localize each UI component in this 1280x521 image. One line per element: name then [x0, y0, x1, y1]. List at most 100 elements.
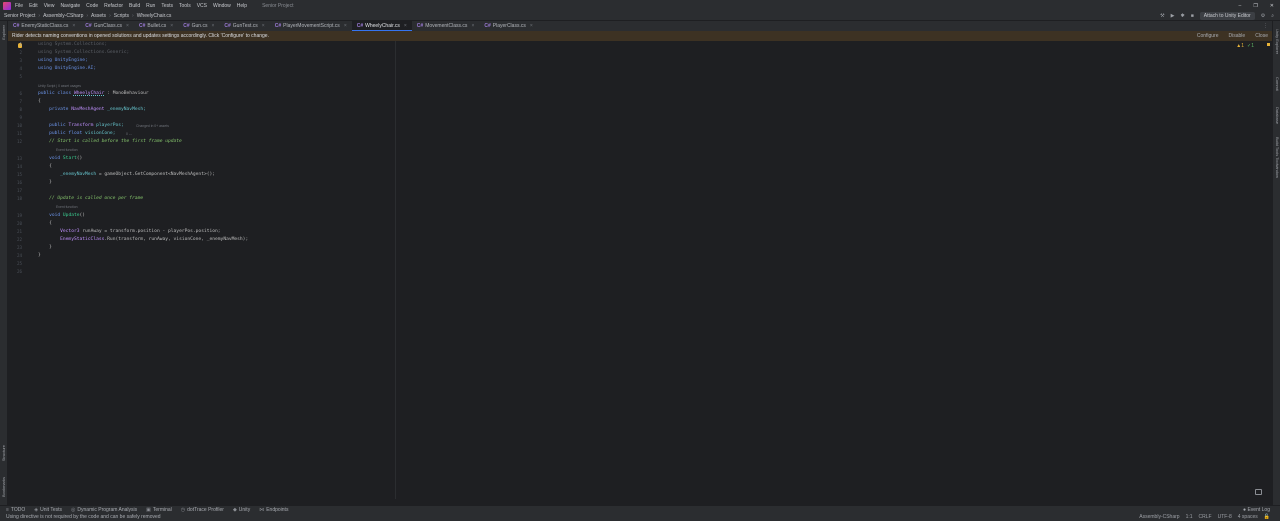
- dpa-tool-button[interactable]: ◎ Dynamic Program Analysis: [71, 507, 137, 513]
- close-tab-icon[interactable]: ×: [530, 23, 533, 29]
- inspector-value-hint[interactable]: 0 ↔: [126, 132, 132, 137]
- csharp-file-icon: C#: [484, 23, 491, 29]
- line-separator-widget[interactable]: CRLF: [1199, 514, 1212, 520]
- code-content[interactable]: using System.Collections; using System.C…: [38, 41, 398, 499]
- menu-edit[interactable]: Edit: [28, 3, 39, 9]
- rider-logo-icon: [3, 1, 11, 10]
- caret-position[interactable]: 1:1: [1186, 514, 1193, 520]
- line-number: 1: [19, 42, 22, 47]
- tab-movementclass[interactable]: C# MovementClass.cs ×: [412, 21, 480, 31]
- menu-window[interactable]: Window: [212, 3, 232, 9]
- settings-icon[interactable]: ⚙: [1261, 13, 1265, 19]
- unity-tool-button[interactable]: ◆ Unity: [233, 507, 250, 513]
- close-tab-icon[interactable]: ×: [344, 23, 347, 29]
- menu-build[interactable]: Build: [128, 3, 141, 9]
- build-icon[interactable]: ⚒: [1160, 13, 1164, 19]
- breadcrumb-file[interactable]: WheelyChair.cs: [137, 13, 172, 19]
- event-function-hint[interactable]: Event function: [56, 205, 78, 210]
- unity-explorer-tool-tab[interactable]: Unity Explorer: [1275, 29, 1280, 54]
- reader-mode-icon[interactable]: [1255, 489, 1262, 495]
- close-tab-icon[interactable]: ×: [72, 23, 75, 29]
- close-tab-icon[interactable]: ×: [404, 23, 407, 29]
- menu-tools[interactable]: Tools: [178, 3, 192, 9]
- csharp-file-icon: C#: [183, 23, 190, 29]
- line-number: 24: [16, 253, 22, 258]
- menu-navigate[interactable]: Navigate: [59, 3, 81, 9]
- inspection-widget[interactable]: ▲1 ✓1: [1236, 43, 1254, 49]
- database-tool-tab[interactable]: Database: [1275, 107, 1280, 124]
- menu-file[interactable]: File: [14, 3, 24, 9]
- menu-tests[interactable]: Tests: [160, 3, 174, 9]
- indent-widget[interactable]: 4 spaces: [1238, 514, 1258, 520]
- close-tab-icon[interactable]: ×: [170, 23, 173, 29]
- breadcrumb-scripts[interactable]: Scripts: [114, 13, 129, 19]
- line-gutter: 1 2 3 4 5 6 7 8 9 10 11 12 13 14 15 16 1…: [8, 41, 36, 499]
- code-editor[interactable]: 1 2 3 4 5 6 7 8 9 10 11 12 13 14 15 16 1…: [8, 41, 1272, 499]
- asset-usage-hint[interactable]: Changed in 0+ assets: [136, 124, 169, 129]
- banner-actions: Configure Disable Close: [1197, 31, 1268, 41]
- tab-overflow-menu[interactable]: ⋮: [1259, 21, 1272, 31]
- disable-link[interactable]: Disable: [1229, 33, 1246, 39]
- menu-help[interactable]: Help: [236, 3, 248, 9]
- close-window-icon[interactable]: ✕: [1270, 3, 1274, 9]
- run-icon[interactable]: ▶: [1171, 13, 1175, 19]
- unit-tests-tool-button[interactable]: ◈ Unit Tests: [34, 507, 62, 513]
- menu-refactor[interactable]: Refactor: [103, 3, 124, 9]
- close-tab-icon[interactable]: ×: [211, 23, 214, 29]
- structure-tool-tab[interactable]: Structure: [1, 445, 6, 461]
- right-tool-strip: Unity Explorer Commit Database Build Too…: [1272, 21, 1280, 505]
- menu-run[interactable]: Run: [145, 3, 156, 9]
- debug-icon[interactable]: ✱: [1181, 13, 1185, 19]
- configure-link[interactable]: Configure: [1197, 33, 1219, 39]
- breadcrumb-assets[interactable]: Assets: [91, 13, 106, 19]
- todo-tool-button[interactable]: ≡ TODO: [6, 507, 25, 513]
- tab-wheelychair[interactable]: C# WheelyChair.cs ×: [351, 21, 412, 31]
- code-line: using UnityEngine;: [38, 58, 88, 63]
- menu-code[interactable]: Code: [85, 3, 99, 9]
- line-number: 23: [16, 245, 22, 250]
- tab-playerclass[interactable]: C# PlayerClass.cs ×: [479, 21, 537, 31]
- code-line: EnemyStaticClass.Run(transform, runAway,…: [38, 237, 249, 242]
- menu-view[interactable]: View: [43, 3, 56, 9]
- profiler-icon: ◷: [180, 506, 186, 513]
- line-number: 10: [16, 123, 22, 128]
- build-tools-tool-tab[interactable]: Build Tools Toolwindow: [1275, 137, 1280, 178]
- line-number: 20: [16, 221, 22, 226]
- analysis-icon: ◎: [71, 506, 76, 513]
- lock-icon[interactable]: 🔓: [1264, 514, 1270, 520]
- event-function-hint[interactable]: Event function: [56, 148, 78, 153]
- close-banner-link[interactable]: Close: [1255, 33, 1268, 39]
- minimize-icon[interactable]: –: [1239, 3, 1242, 9]
- project-context-widget[interactable]: Assembly-CSharp: [1139, 514, 1179, 520]
- attach-unity-dropdown[interactable]: Attach to Unity Editor: [1199, 12, 1255, 20]
- close-tab-icon[interactable]: ×: [262, 23, 265, 29]
- tab-playermovementscript[interactable]: C# PlayerMovementScript.cs ×: [270, 21, 352, 31]
- status-bar: Using directive is not required by the c…: [0, 513, 1280, 521]
- search-icon[interactable]: ⌕: [1271, 13, 1274, 19]
- encoding-widget[interactable]: UTF-8: [1218, 514, 1232, 520]
- tab-enemystaticclass[interactable]: C# EnemyStaticClass.cs ×: [8, 21, 80, 31]
- stop-icon[interactable]: ■: [1191, 13, 1194, 19]
- tab-gun[interactable]: C# Gun.cs ×: [178, 21, 219, 31]
- endpoints-tool-button[interactable]: ⋈ Endpoints: [259, 507, 288, 513]
- code-line: public float visionCone;: [38, 131, 116, 136]
- warning-marker-icon[interactable]: [1267, 43, 1270, 46]
- menu-vcs[interactable]: VCS: [196, 3, 208, 9]
- dottrace-tool-button[interactable]: ◷ dotTrace Profiler: [181, 507, 224, 513]
- commit-tool-tab[interactable]: Commit: [1275, 77, 1280, 91]
- tab-gunclass[interactable]: C# GunClass.cs ×: [80, 21, 134, 31]
- close-tab-icon[interactable]: ×: [471, 23, 474, 29]
- terminal-tool-button[interactable]: ▣ Terminal: [146, 507, 172, 513]
- maximize-icon[interactable]: ❐: [1253, 3, 1257, 9]
- bookmarks-tool-tab[interactable]: Bookmarks: [1, 477, 6, 497]
- left-tool-strip: Explorer Structure Bookmarks: [0, 21, 8, 505]
- breadcrumb-assembly[interactable]: Assembly-CSharp: [43, 13, 83, 19]
- window-controls: – ❐ ✕: [1239, 0, 1274, 11]
- breadcrumb-project[interactable]: Senior Project: [4, 13, 35, 19]
- tab-guntest[interactable]: C# GunTest.cs ×: [219, 21, 269, 31]
- class-usage-hint[interactable]: Unity Script | 0 asset usages: [38, 84, 81, 89]
- line-number: 9: [19, 115, 22, 120]
- close-tab-icon[interactable]: ×: [126, 23, 129, 29]
- tab-bullet[interactable]: C# Bullet.cs ×: [134, 21, 178, 31]
- explorer-tool-tab[interactable]: Explorer: [1, 25, 6, 40]
